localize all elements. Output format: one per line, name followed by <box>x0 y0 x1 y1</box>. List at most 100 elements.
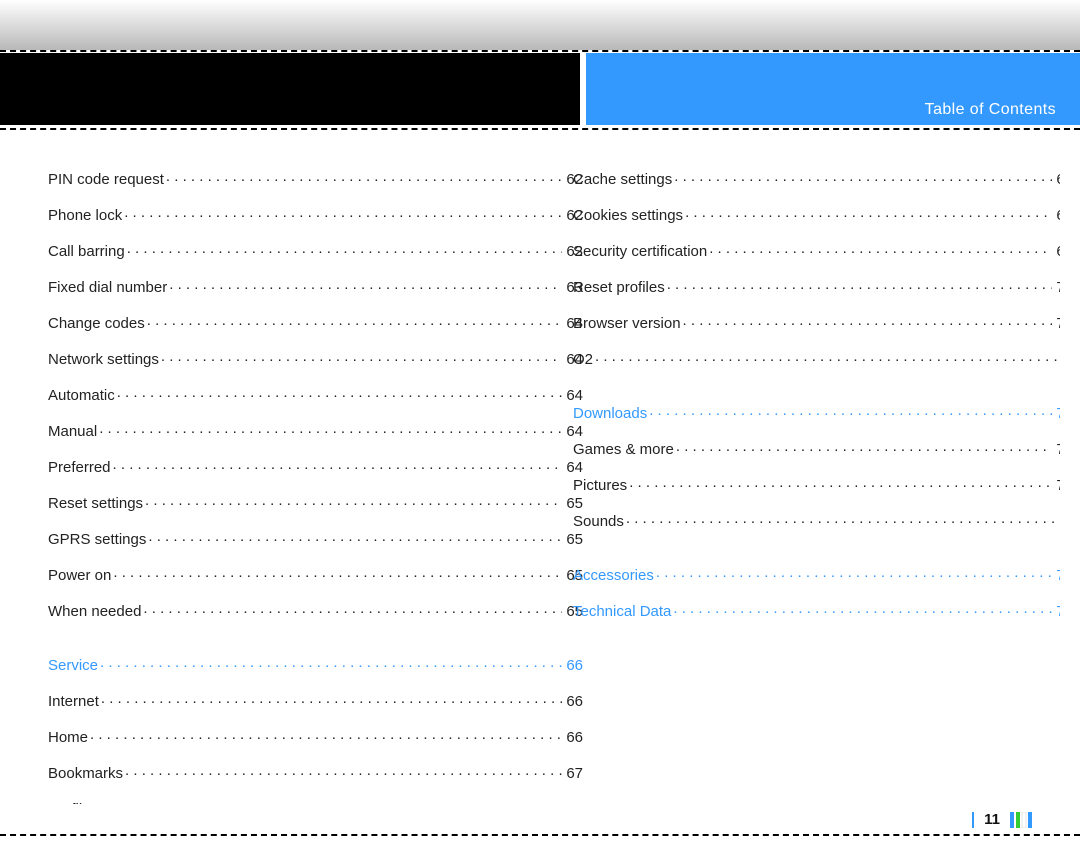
toc-leader-dots <box>161 349 562 364</box>
toc-column-left: PIN code request62Phone lock62Call barri… <box>48 165 583 804</box>
header-title: Table of Contents <box>925 101 1056 119</box>
toc-content: PIN code request62Phone lock62Call barri… <box>48 165 1060 804</box>
toc-leader-dots <box>673 601 1052 616</box>
toc-leader-dots <box>629 475 1052 490</box>
footer-separator <box>972 812 974 828</box>
toc-entry-line: Internet66 <box>48 687 583 723</box>
toc-leader-dots <box>124 205 562 220</box>
toc-page: 70 <box>1052 280 1060 295</box>
toc-section-line: Technical Data74 <box>573 597 1060 633</box>
toc-section-line: Accessories 73 <box>573 561 1060 597</box>
toc-leader-dots <box>147 313 563 328</box>
toc-title: Phone lock <box>48 208 124 223</box>
toc-title: Games & more <box>573 442 676 457</box>
toc-title: Network settings <box>48 352 161 367</box>
toc-title: Change codes <box>48 316 147 331</box>
toc-title: Accessories <box>573 568 656 583</box>
toc-title: O2 <box>573 352 595 367</box>
toc-leader-dots <box>626 511 1060 526</box>
toc-leader-dots <box>117 385 563 400</box>
header-black-bar <box>0 53 580 125</box>
toc-page: 71 <box>1052 406 1060 421</box>
toc-page: 71 <box>1052 442 1060 457</box>
toc-title: Automatic <box>48 388 117 403</box>
toc-entry-line: Change codes64 <box>48 309 583 345</box>
toc-entry-line: Home66 <box>48 723 583 759</box>
toc-leader-dots <box>649 403 1052 418</box>
toc-page: 73 <box>1052 568 1060 583</box>
toc-entry-line: GPRS settings65 <box>48 525 583 561</box>
toc-title: PIN code request <box>48 172 166 187</box>
toc-entry-line: Cookies settings 69 <box>573 201 1060 237</box>
toc-leader-dots <box>595 349 1060 364</box>
toc-title: Bookmarks <box>48 766 125 781</box>
toc-entry-line: Call barring62 <box>48 237 583 273</box>
toc-leader-dots <box>169 277 562 292</box>
toc-leader-dots <box>101 691 562 706</box>
toc-entry-line: When needed65 <box>48 597 583 633</box>
crop-dash-bottom <box>0 834 1080 836</box>
toc-leader-dots <box>143 601 562 616</box>
toc-entry-line: O2 <box>573 345 1060 381</box>
toc-leader-dots <box>674 169 1052 184</box>
toc-spacer <box>48 633 583 651</box>
header-blue-bar: Table of Contents <box>586 53 1080 125</box>
toc-section-line: Service66 <box>48 651 583 687</box>
toc-entry-line: Profiles67 <box>48 795 583 804</box>
toc-title: Reset profiles <box>573 280 667 295</box>
page-number: 11 <box>984 811 1000 828</box>
toc-leader-dots <box>90 727 562 742</box>
toc-entry-line: PIN code request62 <box>48 165 583 201</box>
toc-entry-line: Network settings64 <box>48 345 583 381</box>
crop-dash-header-bottom <box>0 128 1080 130</box>
toc-leader-dots <box>100 799 562 804</box>
toc-leader-dots <box>145 493 562 508</box>
toc-entry-line: Power on65 <box>48 561 583 597</box>
toc-title: Call barring <box>48 244 127 259</box>
toc-entry-line: Automatic64 <box>48 381 583 417</box>
toc-leader-dots <box>125 763 562 778</box>
toc-page: 69 <box>1052 244 1060 259</box>
toc-spacer <box>573 543 1060 561</box>
toc-entry-line: Cache settings69 <box>573 165 1060 201</box>
toc-leader-dots <box>685 205 1052 220</box>
toc-title: Power on <box>48 568 113 583</box>
toc-leader-dots <box>676 439 1052 454</box>
toc-page: 71 <box>1052 478 1060 493</box>
toc-entry-line: Preferred64 <box>48 453 583 489</box>
toc-title: Manual <box>48 424 99 439</box>
toc-leader-dots <box>166 169 562 184</box>
toc-title: Preferred <box>48 460 113 475</box>
footer-color-bars-icon <box>1010 812 1050 828</box>
toc-entry-line: Security certification69 <box>573 237 1060 273</box>
toc-leader-dots <box>667 277 1053 292</box>
header-bars: Table of Contents <box>0 53 1080 125</box>
toc-title: Downloads <box>573 406 649 421</box>
toc-page: 74 <box>1052 604 1060 619</box>
toc-leader-dots <box>683 313 1053 328</box>
crop-dash-top <box>0 50 1080 52</box>
toc-entry-line: Manual64 <box>48 417 583 453</box>
toc-leader-dots <box>148 529 562 544</box>
toc-section-line: Downloads 71 <box>573 399 1060 435</box>
toc-title: Sounds <box>573 514 626 529</box>
toc-entry-line: Reset profiles 70 <box>573 273 1060 309</box>
toc-title: Home <box>48 730 90 745</box>
toc-page: 69 <box>1052 208 1060 223</box>
toc-entry-line: Fixed dial number63 <box>48 273 583 309</box>
top-gradient <box>0 0 1080 50</box>
toc-entry-line: Pictures71 <box>573 471 1060 507</box>
toc-leader-dots <box>656 565 1052 580</box>
toc-title: Cookies settings <box>573 208 685 223</box>
toc-entry-line: Games & more 71 <box>573 435 1060 471</box>
toc-title: Browser version <box>573 316 683 331</box>
toc-title: GPRS settings <box>48 532 148 547</box>
toc-title: Fixed dial number <box>48 280 169 295</box>
toc-leader-dots <box>127 241 563 256</box>
toc-entry-line: Sounds7 <box>573 507 1060 543</box>
toc-entry-line: Reset settings65 <box>48 489 583 525</box>
toc-title: Reset settings <box>48 496 145 511</box>
toc-leader-dots <box>709 241 1052 256</box>
toc-title: Service <box>48 658 100 673</box>
page-footer: 11 <box>972 811 1050 828</box>
